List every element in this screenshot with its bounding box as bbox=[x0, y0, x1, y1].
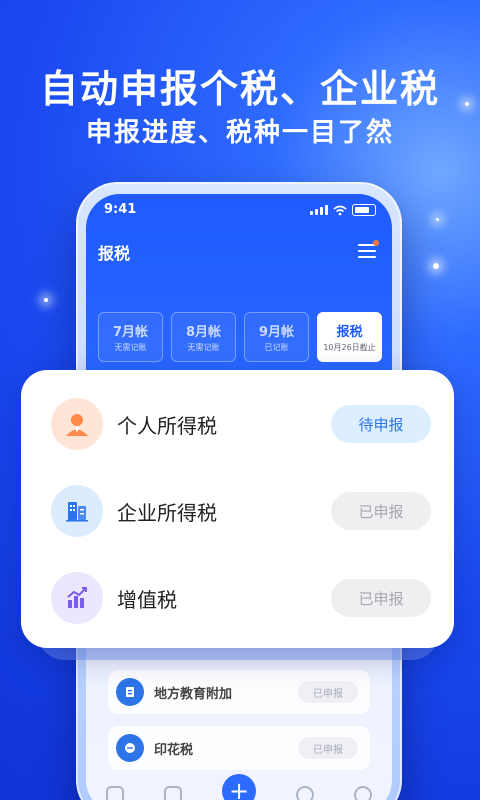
status-icons bbox=[310, 204, 376, 216]
status-time: 9:41 bbox=[104, 202, 137, 217]
tax-row-personal[interactable]: 个人所得税 待申报 bbox=[51, 396, 431, 452]
declared-button[interactable]: 已申报 bbox=[331, 492, 431, 530]
notification-dot bbox=[373, 240, 379, 246]
tax-row-vat[interactable]: 增值税 已申报 bbox=[51, 570, 431, 626]
app-title: 报税 bbox=[98, 244, 131, 263]
month-tab-9[interactable]: 9月帐已记账 bbox=[244, 312, 309, 362]
list-item-label: 地方教育附加 bbox=[154, 686, 233, 702]
declare-pending-button[interactable]: 待申报 bbox=[331, 405, 431, 443]
month-label: 8月帐 bbox=[185, 325, 222, 340]
month-tab-8[interactable]: 8月帐无需记账 bbox=[171, 312, 236, 362]
profile-icon[interactable] bbox=[354, 786, 372, 800]
wifi-icon bbox=[333, 205, 347, 215]
document-icon bbox=[116, 678, 144, 706]
bottom-nav: + bbox=[86, 774, 392, 800]
home-icon[interactable] bbox=[106, 786, 124, 800]
tax-label: 个人所得税 bbox=[117, 413, 217, 438]
sparkle bbox=[436, 218, 439, 221]
background: 自动申报个税、企业税 申报进度、税种一目了然 9:41 报税 7月帐无需记账 8… bbox=[0, 0, 480, 800]
month-label: 9月帐 bbox=[258, 325, 295, 340]
status-badge: 已申报 bbox=[298, 737, 358, 759]
month-label: 7月帐 bbox=[112, 325, 149, 340]
list-item[interactable]: 印花税 已申报 bbox=[108, 726, 370, 770]
add-button[interactable]: + bbox=[222, 774, 256, 800]
chart-icon bbox=[51, 572, 103, 624]
status-badge: 已申报 bbox=[298, 681, 358, 703]
month-tab-7[interactable]: 7月帐无需记账 bbox=[98, 312, 163, 362]
month-label: 报税 bbox=[336, 325, 363, 340]
sparkle bbox=[433, 263, 439, 269]
month-tab-tax[interactable]: 报税 10月26日截止 bbox=[317, 312, 382, 362]
person-icon bbox=[51, 398, 103, 450]
month-sub: 已记账 bbox=[264, 343, 289, 352]
headline-title: 自动申报个税、企业税 bbox=[39, 67, 440, 111]
month-sub: 无需记账 bbox=[114, 343, 147, 352]
building-icon bbox=[51, 485, 103, 537]
list-item-label: 印花税 bbox=[154, 742, 194, 758]
headline-subtitle: 申报进度、税种一目了然 bbox=[85, 118, 394, 148]
sparkle bbox=[44, 298, 48, 302]
tax-label: 增值税 bbox=[117, 587, 177, 612]
list-item[interactable]: 地方教育附加 已申报 bbox=[108, 670, 370, 714]
battery-icon bbox=[352, 204, 376, 216]
tax-label: 企业所得税 bbox=[117, 500, 217, 525]
tax-icon[interactable] bbox=[296, 786, 314, 800]
month-sub: 无需记账 bbox=[187, 343, 220, 352]
month-tabs: 7月帐无需记账 8月帐无需记账 9月帐已记账 报税 10月26日截止 bbox=[98, 312, 382, 362]
tax-row-enterprise[interactable]: 企业所得税 已申报 bbox=[51, 483, 431, 539]
month-sub: 10月26日截止 bbox=[323, 343, 376, 352]
signal-icon bbox=[310, 205, 328, 215]
tax-status-card: 个人所得税 待申报 企业所得税 已申报 增值税 已申报 bbox=[21, 370, 454, 648]
menu-icon[interactable] bbox=[358, 240, 379, 258]
stats-icon[interactable] bbox=[164, 786, 182, 800]
declared-button[interactable]: 已申报 bbox=[331, 579, 431, 617]
stamp-icon bbox=[116, 734, 144, 762]
